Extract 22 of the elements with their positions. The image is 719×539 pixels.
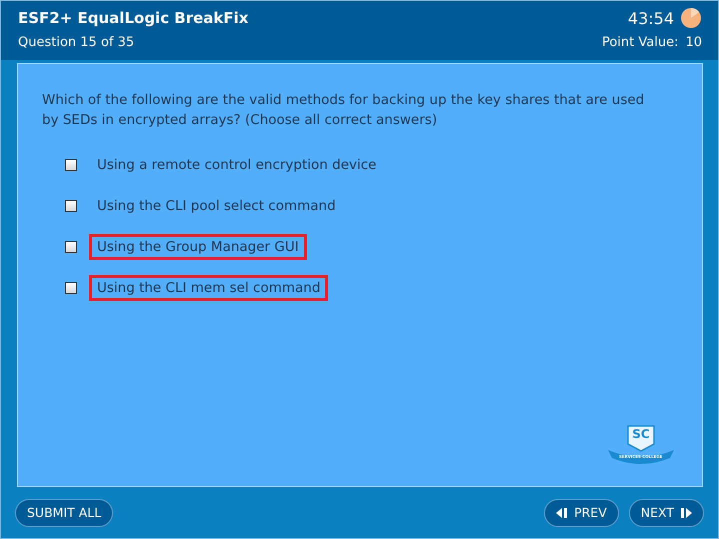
answer-option[interactable]: Using a remote control encryption device <box>89 152 384 178</box>
logo-initials: SC <box>631 427 651 441</box>
point-value: 10 <box>685 35 702 50</box>
question-counter: Question 15 of 35 <box>18 35 134 50</box>
checkbox[interactable] <box>65 200 77 212</box>
checkbox[interactable] <box>65 159 77 171</box>
question-text: Which of the following are the valid methods for backing up the key shares that are used by SEDs in encrypted arrays? (Choose all correct answers) <box>42 91 646 130</box>
next-button[interactable]: NEXT <box>628 498 704 526</box>
timer-text: 43:54 <box>628 8 674 28</box>
answer-option[interactable]: Using the CLI pool select command <box>89 193 344 219</box>
prev-button[interactable]: PREV <box>544 498 619 526</box>
answer-option[interactable]: Using the CLI mem sel command <box>89 275 328 301</box>
checkbox[interactable] <box>65 282 77 294</box>
checkbox[interactable] <box>65 241 77 253</box>
answer-option[interactable]: Using the Group Manager GUI <box>89 234 307 260</box>
previous-icon <box>556 508 568 518</box>
next-icon <box>681 508 692 518</box>
shield-banner-icon <box>606 424 676 466</box>
submit-all-button[interactable]: SUBMIT ALL <box>15 498 114 526</box>
course-title: ESF2+ EqualLogic BreakFix <box>18 9 248 27</box>
timer-icon <box>680 7 702 29</box>
point-value-label: Point Value: <box>602 35 678 50</box>
